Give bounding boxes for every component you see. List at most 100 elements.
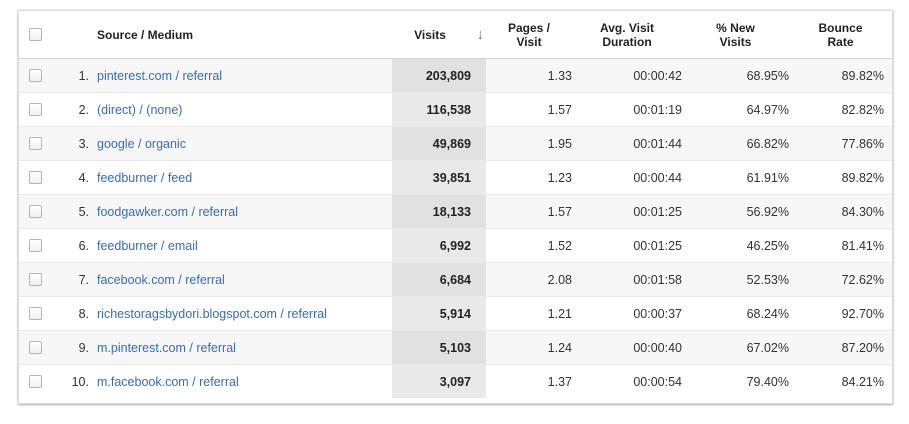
row-rank: 7. (61, 273, 89, 287)
table-row: 2. (direct) / (none) 116,538 1.57 00:01:… (19, 93, 892, 127)
pct-new-visits-value: 46.25% (682, 239, 789, 253)
source-medium-link[interactable]: m.pinterest.com / referral (97, 341, 236, 355)
pct-new-visits-value: 56.92% (682, 205, 789, 219)
header-checkbox-cell (19, 28, 61, 41)
table-row: 6. feedburner / email 6,992 1.52 00:01:2… (19, 229, 892, 263)
pages-per-visit-value: 1.33 (486, 69, 572, 83)
row-rank: 6. (61, 239, 89, 253)
bounce-rate-value: 81.41% (789, 239, 892, 253)
sort-descending-icon[interactable]: ↓ (477, 28, 485, 42)
avg-visit-duration-value: 00:00:54 (572, 375, 682, 389)
visits-value: 116,538 (392, 93, 486, 126)
bounce-rate-value: 87.20% (789, 341, 892, 355)
source-medium-link[interactable]: feedburner / email (97, 239, 198, 253)
avg-visit-duration-value: 00:00:37 (572, 307, 682, 321)
table-body: 1. pinterest.com / referral 203,809 1.33… (19, 59, 892, 403)
table-row: 9. m.pinterest.com / referral 5,103 1.24… (19, 331, 892, 365)
visits-value: 5,103 (392, 331, 486, 364)
pct-new-visits-value: 68.24% (682, 307, 789, 321)
avg-visit-duration-value: 00:00:40 (572, 341, 682, 355)
pct-new-visits-value: 66.82% (682, 137, 789, 151)
visits-value: 6,992 (392, 229, 486, 262)
visits-value: 18,133 (392, 195, 486, 228)
pages-per-visit-value: 2.08 (486, 273, 572, 287)
analytics-sources-table: Source / Medium Visits ↓ Pages / Visit A… (18, 10, 893, 404)
row-checkbox[interactable] (29, 273, 42, 286)
source-medium-link[interactable]: pinterest.com / referral (97, 69, 222, 83)
table-header-row: Source / Medium Visits ↓ Pages / Visit A… (19, 11, 892, 59)
row-rank: 4. (61, 171, 89, 185)
row-checkbox[interactable] (29, 103, 42, 116)
row-checkbox[interactable] (29, 341, 42, 354)
pages-per-visit-value: 1.23 (486, 171, 572, 185)
column-header-source-medium[interactable]: Source / Medium (89, 28, 392, 42)
avg-visit-duration-value: 00:01:25 (572, 239, 682, 253)
bounce-rate-value: 84.21% (789, 375, 892, 389)
pages-per-visit-value: 1.52 (486, 239, 572, 253)
avg-visit-duration-value: 00:00:42 (572, 69, 682, 83)
row-rank: 5. (61, 205, 89, 219)
row-checkbox[interactable] (29, 307, 42, 320)
pages-per-visit-value: 1.37 (486, 375, 572, 389)
table-row: 8. richestoragsbydori.blogspot.com / ref… (19, 297, 892, 331)
visits-value: 6,684 (392, 263, 486, 296)
row-rank: 9. (61, 341, 89, 355)
visits-header-label: Visits (414, 28, 446, 42)
column-header-avg-visit-duration[interactable]: Avg. Visit Duration (572, 21, 682, 49)
select-all-checkbox[interactable] (29, 28, 42, 41)
screenshot-canvas: Source / Medium Visits ↓ Pages / Visit A… (0, 0, 909, 424)
visits-value: 49,869 (392, 127, 486, 160)
avg-visit-duration-value: 00:01:44 (572, 137, 682, 151)
source-medium-link[interactable]: google / organic (97, 137, 186, 151)
avg-visit-duration-value: 00:01:19 (572, 103, 682, 117)
row-rank: 10. (61, 375, 89, 389)
row-checkbox[interactable] (29, 171, 42, 184)
source-medium-link[interactable]: m.facebook.com / referral (97, 375, 239, 389)
column-header-visits[interactable]: Visits ↓ (392, 28, 486, 42)
row-rank: 2. (61, 103, 89, 117)
row-checkbox[interactable] (29, 137, 42, 150)
pages-per-visit-value: 1.95 (486, 137, 572, 151)
visits-value: 3,097 (392, 365, 486, 398)
bounce-rate-value: 92.70% (789, 307, 892, 321)
table-row: 10. m.facebook.com / referral 3,097 1.37… (19, 365, 892, 398)
bounce-rate-value: 89.82% (789, 171, 892, 185)
pct-new-visits-value: 67.02% (682, 341, 789, 355)
avg-visit-duration-value: 00:00:44 (572, 171, 682, 185)
pct-new-visits-value: 61.91% (682, 171, 789, 185)
pct-new-visits-value: 79.40% (682, 375, 789, 389)
column-header-bounce-rate[interactable]: Bounce Rate (789, 21, 892, 49)
pages-per-visit-value: 1.21 (486, 307, 572, 321)
column-header-pages-per-visit[interactable]: Pages / Visit (486, 21, 572, 49)
visits-value: 5,914 (392, 297, 486, 330)
bounce-rate-value: 77.86% (789, 137, 892, 151)
row-rank: 1. (61, 69, 89, 83)
source-medium-link[interactable]: feedburner / feed (97, 171, 192, 185)
pages-per-visit-value: 1.57 (486, 103, 572, 117)
avg-visit-duration-value: 00:01:25 (572, 205, 682, 219)
table-row: 7. facebook.com / referral 6,684 2.08 00… (19, 263, 892, 297)
row-rank: 8. (61, 307, 89, 321)
visits-value: 203,809 (392, 59, 486, 92)
table-row: 1. pinterest.com / referral 203,809 1.33… (19, 59, 892, 93)
column-header-pct-new-visits[interactable]: % New Visits (682, 21, 789, 49)
row-checkbox[interactable] (29, 69, 42, 82)
avg-visit-duration-value: 00:01:58 (572, 273, 682, 287)
visits-value: 39,851 (392, 161, 486, 194)
bounce-rate-value: 72.62% (789, 273, 892, 287)
pct-new-visits-value: 68.95% (682, 69, 789, 83)
pages-per-visit-value: 1.57 (486, 205, 572, 219)
row-checkbox[interactable] (29, 239, 42, 252)
source-medium-link[interactable]: foodgawker.com / referral (97, 205, 238, 219)
bounce-rate-value: 84.30% (789, 205, 892, 219)
pages-per-visit-value: 1.24 (486, 341, 572, 355)
row-rank: 3. (61, 137, 89, 151)
row-checkbox[interactable] (29, 205, 42, 218)
row-checkbox[interactable] (29, 375, 42, 388)
source-medium-link[interactable]: facebook.com / referral (97, 273, 225, 287)
bounce-rate-value: 82.82% (789, 103, 892, 117)
pct-new-visits-value: 64.97% (682, 103, 789, 117)
source-medium-link[interactable]: richestoragsbydori.blogspot.com / referr… (97, 307, 327, 321)
source-medium-link[interactable]: (direct) / (none) (97, 103, 182, 117)
bounce-rate-value: 89.82% (789, 69, 892, 83)
